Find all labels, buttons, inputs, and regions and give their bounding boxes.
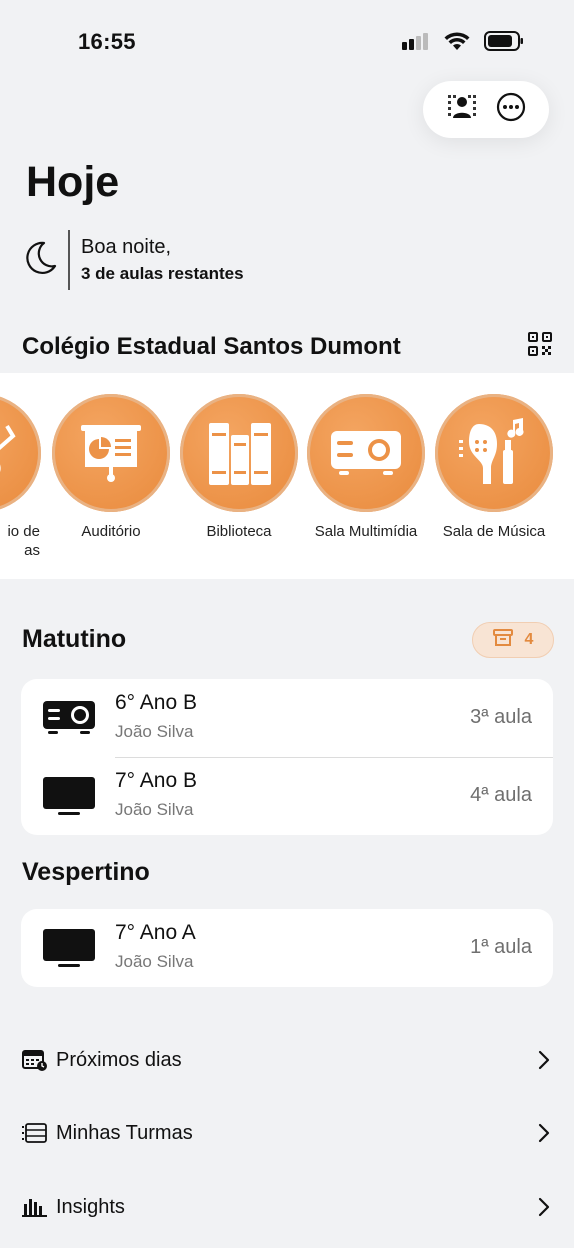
menu-minhas-turmas[interactable]: Minhas Turmas (22, 1113, 554, 1153)
section-title-morning: Matutino (22, 625, 127, 653)
lesson-period: 3ª aula (470, 706, 532, 728)
rooms-carousel[interactable]: io de as Auditório Biblioteca Sala Multi… (0, 373, 574, 579)
room-label: Sala de Música (442, 523, 546, 540)
greeting-divider (68, 230, 70, 290)
chevron-right-icon (534, 1048, 554, 1072)
room-sala-multimidia[interactable]: Sala Multimídia (302, 394, 430, 541)
tv-icon (41, 926, 97, 970)
lesson-period: 4ª aula (470, 784, 532, 806)
profile-qr-button[interactable] (444, 92, 480, 128)
lesson-row[interactable]: 7° Ano A João Silva 1ª aula (21, 909, 553, 987)
person-id-icon (447, 94, 477, 125)
lesson-teacher: João Silva (115, 800, 194, 819)
books-icon (180, 394, 298, 512)
tv-icon (41, 774, 97, 818)
archive-box-icon (492, 628, 513, 652)
list-icon (22, 1120, 48, 1146)
status-time: 16:55 (78, 29, 136, 54)
menu-label: Minhas Turmas (56, 1121, 193, 1144)
projector-icon (307, 394, 425, 512)
lesson-class: 7° Ano A (115, 921, 196, 944)
room-auditorio[interactable]: Auditório (47, 394, 175, 541)
room-lab[interactable]: io de as (0, 394, 46, 560)
lessons-remaining: 3 de aulas restantes (81, 264, 244, 283)
status-bar: 16:55 (0, 0, 574, 80)
lesson-class: 7° Ano B (115, 769, 197, 792)
bar-chart-icon (22, 1194, 48, 1220)
greeting: Boa noite, 3 de aulas restantes (22, 229, 244, 291)
room-sala-de-musica[interactable]: Sala de Música (430, 394, 558, 541)
greeting-line: Boa noite, (81, 236, 172, 258)
lab-icon (0, 394, 41, 512)
archive-count-badge[interactable]: 4 (472, 622, 554, 658)
lesson-class: 6° Ano B (115, 691, 197, 714)
wifi-icon (444, 31, 470, 56)
menu-label: Insights (56, 1195, 125, 1218)
qr-code-icon[interactable] (528, 332, 552, 361)
ellipsis-circle-icon (496, 92, 526, 127)
cellular-signal-icon (402, 32, 430, 55)
badge-count: 4 (524, 631, 534, 648)
school-name: Colégio Estadual Santos Dumont (22, 332, 401, 360)
lesson-teacher: João Silva (115, 722, 194, 741)
menu-label: Próximos dias (56, 1048, 182, 1071)
menu-proximos-dias[interactable]: Próximos dias (22, 1040, 554, 1080)
chevron-right-icon (534, 1195, 554, 1219)
status-icons (402, 31, 524, 56)
school-header: Colégio Estadual Santos Dumont (22, 332, 552, 361)
room-label: Biblioteca (206, 523, 272, 540)
more-options-button[interactable] (493, 92, 529, 128)
lesson-row[interactable]: 7° Ano B João Silva 4ª aula (21, 757, 553, 835)
presentation-board-icon (52, 394, 170, 512)
room-biblioteca[interactable]: Biblioteca (175, 394, 303, 541)
music-instruments-icon (435, 394, 553, 512)
page-title: Hoje (26, 158, 120, 206)
room-label: Sala Multimídia (314, 523, 418, 540)
row-divider (115, 757, 553, 758)
morning-lessons-card: 6° Ano B João Silva 3ª aula 7° Ano B Joã… (21, 679, 553, 835)
lesson-teacher: João Silva (115, 952, 194, 971)
section-title-afternoon: Vespertino (22, 858, 150, 886)
room-label: Auditório (81, 523, 141, 540)
room-label: io de as (7, 523, 40, 559)
moon-icon (22, 240, 58, 281)
top-actions-pill (423, 81, 549, 138)
menu-insights[interactable]: Insights (22, 1187, 554, 1227)
lesson-period: 1ª aula (470, 936, 532, 958)
afternoon-lessons-card: 7° Ano A João Silva 1ª aula (21, 909, 553, 987)
chevron-right-icon (534, 1121, 554, 1145)
lesson-row[interactable]: 6° Ano B João Silva 3ª aula (21, 679, 553, 757)
battery-icon (484, 31, 524, 56)
projector-icon (41, 696, 97, 740)
calendar-clock-icon (22, 1047, 48, 1073)
